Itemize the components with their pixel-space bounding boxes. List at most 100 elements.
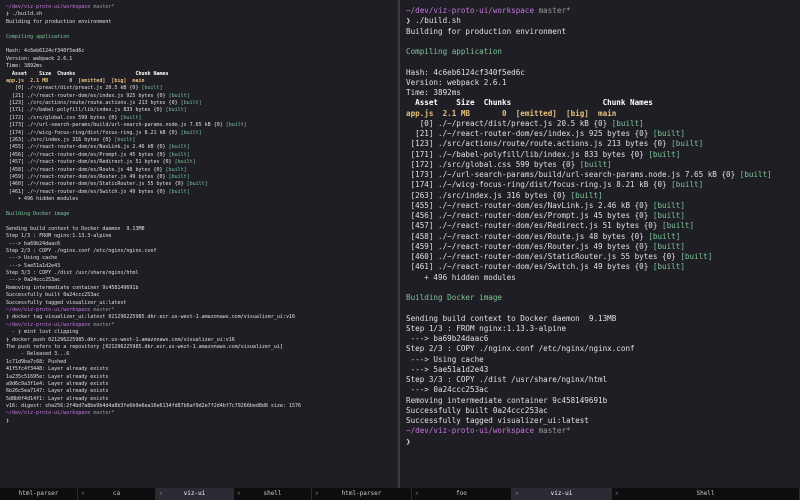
tab-shell[interactable]: ✕ Shell <box>612 488 800 500</box>
terminal-line: ---> ba69b24daac6 <box>406 334 800 344</box>
tab-label: foo <box>456 490 467 497</box>
terminal-line: [173] ./~/url-search-params/build/url-se… <box>6 122 398 129</box>
terminal-line: Asset Size Chunks Chunk Names <box>6 71 398 78</box>
terminal-text: Sending build context to Docker daemon 9… <box>6 225 145 232</box>
tab-shell[interactable]: ✕ shell <box>234 488 312 500</box>
terminal-text: [built] <box>168 173 190 180</box>
terminal-text: [built] <box>652 241 685 251</box>
terminal-text: [0] ./~/preact/dist/preact.js 20.5 kB {0… <box>6 85 142 92</box>
close-icon[interactable]: ✕ <box>237 488 241 500</box>
terminal-text: Sending build context to Docker daemon 9… <box>406 313 617 323</box>
terminal-line: Successfully tagged visualizer_ui:latest <box>6 300 398 307</box>
terminal-line: The push refers to a repository [0212962… <box>6 344 398 351</box>
terminal-text: [21] ./~/react-router-dom/es/index.js 92… <box>406 129 653 138</box>
close-icon[interactable]: ✕ <box>159 488 163 500</box>
terminal-line: Step 2/3 : COPY ./nginx.conf /etc/nginx/… <box>406 344 800 354</box>
tab-label: html-parser <box>341 490 382 497</box>
terminal-line: [0] ./~/preact/dist/preact.js 20.5 kB {0… <box>406 119 800 129</box>
terminal-line: ~/dev/viz-proto-ui/workspace master* <box>406 6 800 16</box>
tab-ca[interactable]: ✕ ca <box>78 488 156 500</box>
terminal-text: [built] <box>680 252 713 261</box>
terminal-text: [459] ./~/react-router-dom/es/Router.js … <box>406 241 653 251</box>
terminal-line: Building Docker image <box>6 211 398 218</box>
terminal-line: [174] ./~/wicg-focus-ring/dist/focus-rin… <box>6 130 398 137</box>
terminal-text: Removing intermediate container 9c458149… <box>406 395 608 405</box>
terminal-text: [built] <box>648 231 681 241</box>
terminal-line: ~/dev/viz-proto-ui/workspace master* <box>406 426 800 436</box>
terminal-text: a9d6c9a3f1e4: Layer already exists <box>6 380 109 387</box>
tab-html-parser[interactable]: ✕ html-parser <box>312 488 412 500</box>
terminal-text: [460] ./~/react-router-dom/es/StaticRout… <box>6 181 187 188</box>
tab-viz-ui[interactable]: ✕ viz-ui <box>512 488 612 500</box>
terminal-line: v16: digest: sha256:2f4bd7a8be9b4d4a8b3f… <box>6 403 398 410</box>
terminal-text: Asset Size Chunks Chunk Names <box>406 98 653 108</box>
terminal-line: + 496 hidden modules <box>406 273 800 283</box>
terminal-text: Successfully tagged visualizer_ui:latest <box>406 416 589 425</box>
terminal-text: Version: webpack 2.6.1 <box>406 77 507 87</box>
terminal-text: - Released 3...6 <box>6 351 70 358</box>
terminal-text: [456] ./~/react-router-dom/es/Prompt.js … <box>6 151 169 158</box>
terminal-text: master* <box>93 307 115 314</box>
terminal-line: ❯ ./build.sh <box>406 16 800 26</box>
right-terminal-pane[interactable]: ~/dev/viz-proto-ui/workspace master* ❯ ./… <box>398 0 800 488</box>
terminal-line: [173] ./~/url-search-params/build/url-se… <box>406 170 800 180</box>
terminal-line: ---> Using cache <box>406 355 800 365</box>
terminal-text: ❯ ./build.sh <box>6 11 43 18</box>
terminal-text: [455] ./~/react-router-dom/es/NavLink.js… <box>6 144 169 151</box>
terminal-line: Step 3/3 : COPY ./dist /usr/share/nginx/… <box>406 375 800 385</box>
terminal-line: ❯ ./build.sh <box>6 11 398 18</box>
terminal-line: [458] ./~/react-router-dom/es/Route.js 4… <box>6 167 398 174</box>
terminal-text: [built] <box>165 166 187 173</box>
terminal-line: [172] ./src/global.css 599 bytes {0} [bu… <box>406 160 800 170</box>
terminal-text: master* <box>93 4 115 10</box>
terminal-line: Hash: 4c6eb6124cf340f5ed6c <box>6 48 398 55</box>
terminal-text: 5d8b0f4d14f1: Layer already exists <box>6 395 109 402</box>
terminal-line: Removing intermediate container 9c458149… <box>6 285 398 292</box>
terminal-line: [21] ./~/react-router-dom/es/index.js 92… <box>6 93 398 100</box>
tab-label: viz-ui <box>183 490 206 497</box>
terminal-text: [457] ./~/react-router-dom/es/Redirect.j… <box>406 221 663 231</box>
tab-viz-ui[interactable]: ✕ viz-ui <box>156 488 234 500</box>
tab-html-parser[interactable]: html-parser <box>0 488 78 500</box>
terminal-text: [built] <box>739 170 772 179</box>
terminal-text: [263] ./src/index.js 316 bytes {0} <box>406 190 571 200</box>
terminal-line: [460] ./~/react-router-dom/es/StaticRout… <box>6 181 398 188</box>
close-icon[interactable]: ✕ <box>615 488 619 500</box>
terminal-text: [459] ./~/react-router-dom/es/Router.js … <box>6 173 169 180</box>
terminal-text: [173] ./~/url-search-params/build/url-se… <box>6 122 226 129</box>
terminal-text: Removing intermediate container 9c458149… <box>6 284 139 291</box>
terminal-text: Version: webpack 2.6.1 <box>6 55 73 62</box>
close-icon[interactable]: ✕ <box>81 488 85 500</box>
terminal-line: [123] ./src/actions/route/route.actions.… <box>6 100 398 107</box>
terminal-line: 6b26c5ea7147: Layer already exists <box>6 388 398 395</box>
close-icon[interactable]: ✕ <box>315 488 319 500</box>
terminal-text: [built] <box>114 137 136 144</box>
close-icon[interactable]: ✕ <box>415 488 419 500</box>
terminal-text: master* <box>93 321 115 328</box>
close-icon[interactable]: ✕ <box>515 488 519 500</box>
terminal-text: 1c71d9ba7c68: Pushed <box>6 358 67 365</box>
terminal-line: a9d6c9a3f1e4: Layer already exists <box>6 381 398 388</box>
terminal-line: Successfully built 0a24ccc253ac <box>406 406 800 416</box>
terminal-line: [21] ./~/react-router-dom/es/index.js 92… <box>406 129 800 139</box>
left-terminal-pane[interactable]: ~/dev/viz-proto-ui/workspace master* ❯ ./… <box>0 0 398 488</box>
terminal-line: Asset Size Chunks Chunk Names <box>406 98 800 108</box>
terminal-text: Building for production environment <box>406 26 567 36</box>
terminal-text: ❯ <box>6 417 13 424</box>
terminal-line: [459] ./~/react-router-dom/es/Router.js … <box>6 174 398 181</box>
terminal-line: [171] ./~/babel-polyfill/lib/index.js 83… <box>6 107 398 114</box>
terminal-text: Hash: 4c6eb6124cf340f5ed6c <box>406 67 525 77</box>
terminal-line: [123] ./src/actions/route/route.actions.… <box>406 139 800 149</box>
terminal-text: [built] <box>611 118 644 128</box>
terminal-line: Compiling application <box>6 34 398 41</box>
terminal-text: [172] ./src/global.css 599 bytes {0} <box>6 114 121 121</box>
terminal-line: Sending build context to Docker daemon 9… <box>406 314 800 324</box>
terminal-text: ---> Using cache <box>6 255 58 262</box>
terminal-text: [263] ./src/index.js 316 bytes {0} <box>6 137 115 144</box>
tab-foo[interactable]: ✕ foo <box>412 488 512 500</box>
terminal-text: ❯ ./build.sh <box>406 16 461 26</box>
terminal-line: Building for production environment <box>406 27 800 37</box>
